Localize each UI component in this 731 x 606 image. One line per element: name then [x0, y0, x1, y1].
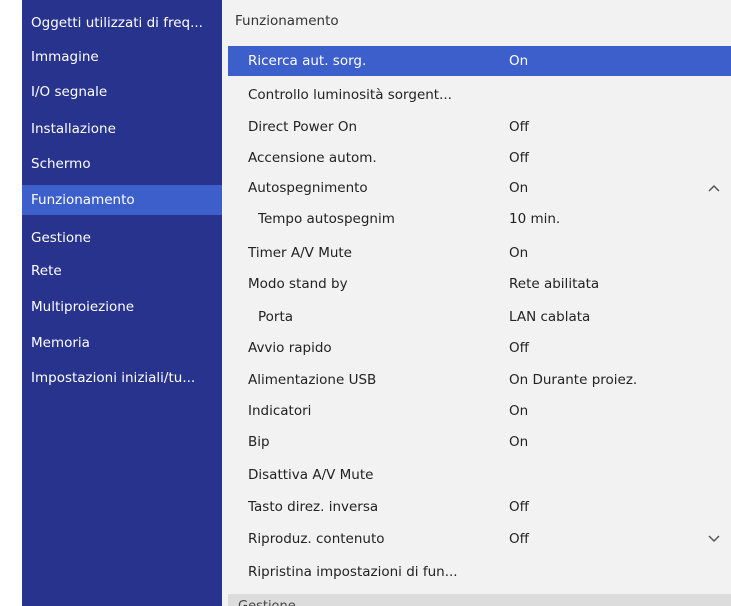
row-label: Tasto direz. inversa — [248, 499, 379, 515]
sidebar-item-label: Funzionamento — [31, 192, 135, 208]
sidebar-item-multiproiezione[interactable]: Multiproiezione — [22, 292, 222, 322]
sidebar-item-label: Oggetti utilizzati di freq... — [31, 15, 203, 31]
row-value: Rete abilitata — [509, 276, 600, 292]
row-ricerca-aut-sorg[interactable]: Ricerca aut. sorg. On — [228, 46, 731, 76]
sidebar-item-funzionamento[interactable]: Funzionamento — [22, 185, 222, 215]
sidebar-item-installazione[interactable]: Installazione — [22, 114, 222, 144]
sidebar-item-schermo[interactable]: Schermo — [22, 149, 222, 179]
row-riproduz-contenuto[interactable]: Riproduz. contenuto Off — [228, 524, 731, 554]
next-section-header: Gestione — [228, 594, 731, 606]
row-modo-stand-by[interactable]: Modo stand by Rete abilitata — [228, 269, 731, 299]
row-label: Timer A/V Mute — [248, 245, 352, 261]
sidebar-item-io-segnale[interactable]: I/O segnale — [22, 77, 222, 107]
sidebar-item-gestione[interactable]: Gestione — [22, 223, 222, 253]
projector-menu: Oggetti utilizzati di freq... Immagine I… — [22, 0, 731, 606]
row-label: Autospegnimento — [248, 180, 368, 196]
row-label: Avvio rapido — [248, 340, 332, 356]
row-autospegnimento[interactable]: Autospegnimento On — [228, 173, 731, 203]
row-tempo-autospegnim[interactable]: Tempo autospegnim 10 min. — [228, 204, 731, 234]
row-avvio-rapido[interactable]: Avvio rapido Off — [228, 333, 731, 363]
row-accensione-autom[interactable]: Accensione autom. Off — [228, 143, 731, 173]
row-timer-av-mute[interactable]: Timer A/V Mute On — [228, 238, 731, 268]
row-label: Indicatori — [248, 403, 312, 419]
row-indicatori[interactable]: Indicatori On — [228, 396, 731, 426]
sidebar-item-label: Impostazioni iniziali/tu... — [31, 370, 196, 386]
row-value: On — [509, 245, 529, 261]
row-value: Off — [509, 150, 529, 166]
row-label: Ricerca aut. sorg. — [248, 53, 367, 69]
row-label: Porta — [258, 309, 294, 325]
sidebar-item-label: Gestione — [31, 230, 91, 246]
sidebar: Oggetti utilizzati di freq... Immagine I… — [22, 0, 222, 606]
row-value: On — [509, 180, 529, 196]
row-bip[interactable]: Bip On — [228, 427, 731, 457]
row-value: Off — [509, 119, 529, 135]
row-value: On Durante proiez. — [509, 372, 638, 388]
row-value: On — [509, 53, 529, 69]
sidebar-item-rete[interactable]: Rete — [22, 256, 222, 286]
row-label: Direct Power On — [248, 119, 358, 135]
row-porta[interactable]: Porta LAN cablata — [228, 302, 731, 332]
sidebar-item-impostazioni-iniziali[interactable]: Impostazioni iniziali/tu... — [22, 363, 222, 393]
row-label: Modo stand by — [248, 276, 348, 292]
sidebar-item-label: Installazione — [31, 121, 116, 137]
row-label: Bip — [248, 434, 270, 450]
sidebar-item-label: Multiproiezione — [31, 299, 135, 315]
row-value: On — [509, 434, 529, 450]
row-disattiva-av-mute[interactable]: Disattiva A/V Mute — [228, 460, 731, 490]
row-label: Tempo autospegnim — [258, 211, 395, 227]
row-alimentazione-usb[interactable]: Alimentazione USB On Durante proiez. — [228, 365, 731, 395]
row-label: Disattiva A/V Mute — [248, 467, 374, 483]
chevron-up-icon[interactable] — [707, 181, 721, 195]
sidebar-item-memoria[interactable]: Memoria — [22, 328, 222, 358]
row-value: On — [509, 403, 529, 419]
row-ripristina-impostazioni[interactable]: Ripristina impostazioni di fun... — [228, 557, 731, 587]
sidebar-item-immagine[interactable]: Immagine — [22, 42, 222, 72]
chevron-down-icon[interactable] — [707, 532, 721, 546]
row-label: Ripristina impostazioni di fun... — [248, 564, 458, 580]
sidebar-item-label: Memoria — [31, 335, 90, 351]
row-direct-power-on[interactable]: Direct Power On Off — [228, 112, 731, 142]
sidebar-item-label: Rete — [31, 263, 62, 279]
panel-title: Funzionamento — [235, 13, 339, 29]
row-value: 10 min. — [509, 211, 561, 227]
row-label: Riproduz. contenuto — [248, 531, 385, 547]
sidebar-item-oggetti[interactable]: Oggetti utilizzati di freq... — [22, 8, 222, 38]
row-label: Accensione autom. — [248, 150, 377, 166]
row-label: Alimentazione USB — [248, 372, 377, 388]
row-tasto-direz-inversa[interactable]: Tasto direz. inversa Off — [228, 492, 731, 522]
settings-panel: Funzionamento Ricerca aut. sorg. On Cont… — [224, 0, 731, 606]
sidebar-item-label: Schermo — [31, 156, 91, 172]
sidebar-item-label: I/O segnale — [31, 84, 108, 100]
row-label: Controllo luminosità sorgent... — [248, 87, 452, 103]
row-controllo-luminosita[interactable]: Controllo luminosità sorgent... — [228, 80, 731, 110]
row-value: Off — [509, 499, 529, 515]
row-value: LAN cablata — [509, 309, 591, 325]
row-value: Off — [509, 531, 529, 547]
row-value: Off — [509, 340, 529, 356]
sidebar-item-label: Immagine — [31, 49, 99, 65]
